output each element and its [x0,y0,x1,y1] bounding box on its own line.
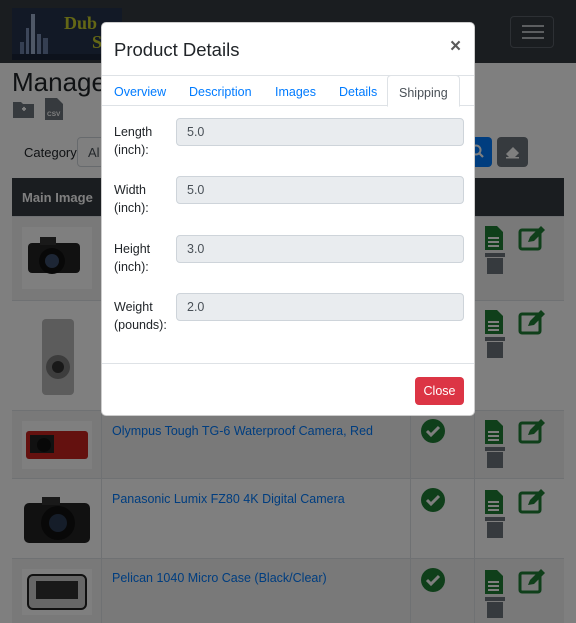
weight-label: Weight (pounds): [114,300,167,332]
modal-footer: Close [102,363,474,415]
modal-tabs: Overview Description Images Details Ship… [102,75,474,107]
width-label: Width (inch): [114,183,149,215]
weight-field[interactable] [176,293,464,321]
height-label: Height (inch): [114,242,151,274]
modal-title: Product Details [114,39,240,60]
tab-details[interactable]: Details [339,76,377,106]
close-button[interactable]: Close [415,377,464,405]
modal-close-icon[interactable]: × [450,37,461,56]
tab-overview[interactable]: Overview [114,76,166,106]
tab-images[interactable]: Images [275,76,316,106]
tab-description[interactable]: Description [189,76,252,106]
width-field[interactable] [176,176,464,204]
product-details-modal: Product Details × Overview Description I… [101,22,475,416]
tab-shipping[interactable]: Shipping [387,75,460,107]
modal-header: Product Details × [102,23,474,75]
height-field[interactable] [176,235,464,263]
length-label: Length (inch): [114,125,153,157]
length-field[interactable] [176,118,464,146]
